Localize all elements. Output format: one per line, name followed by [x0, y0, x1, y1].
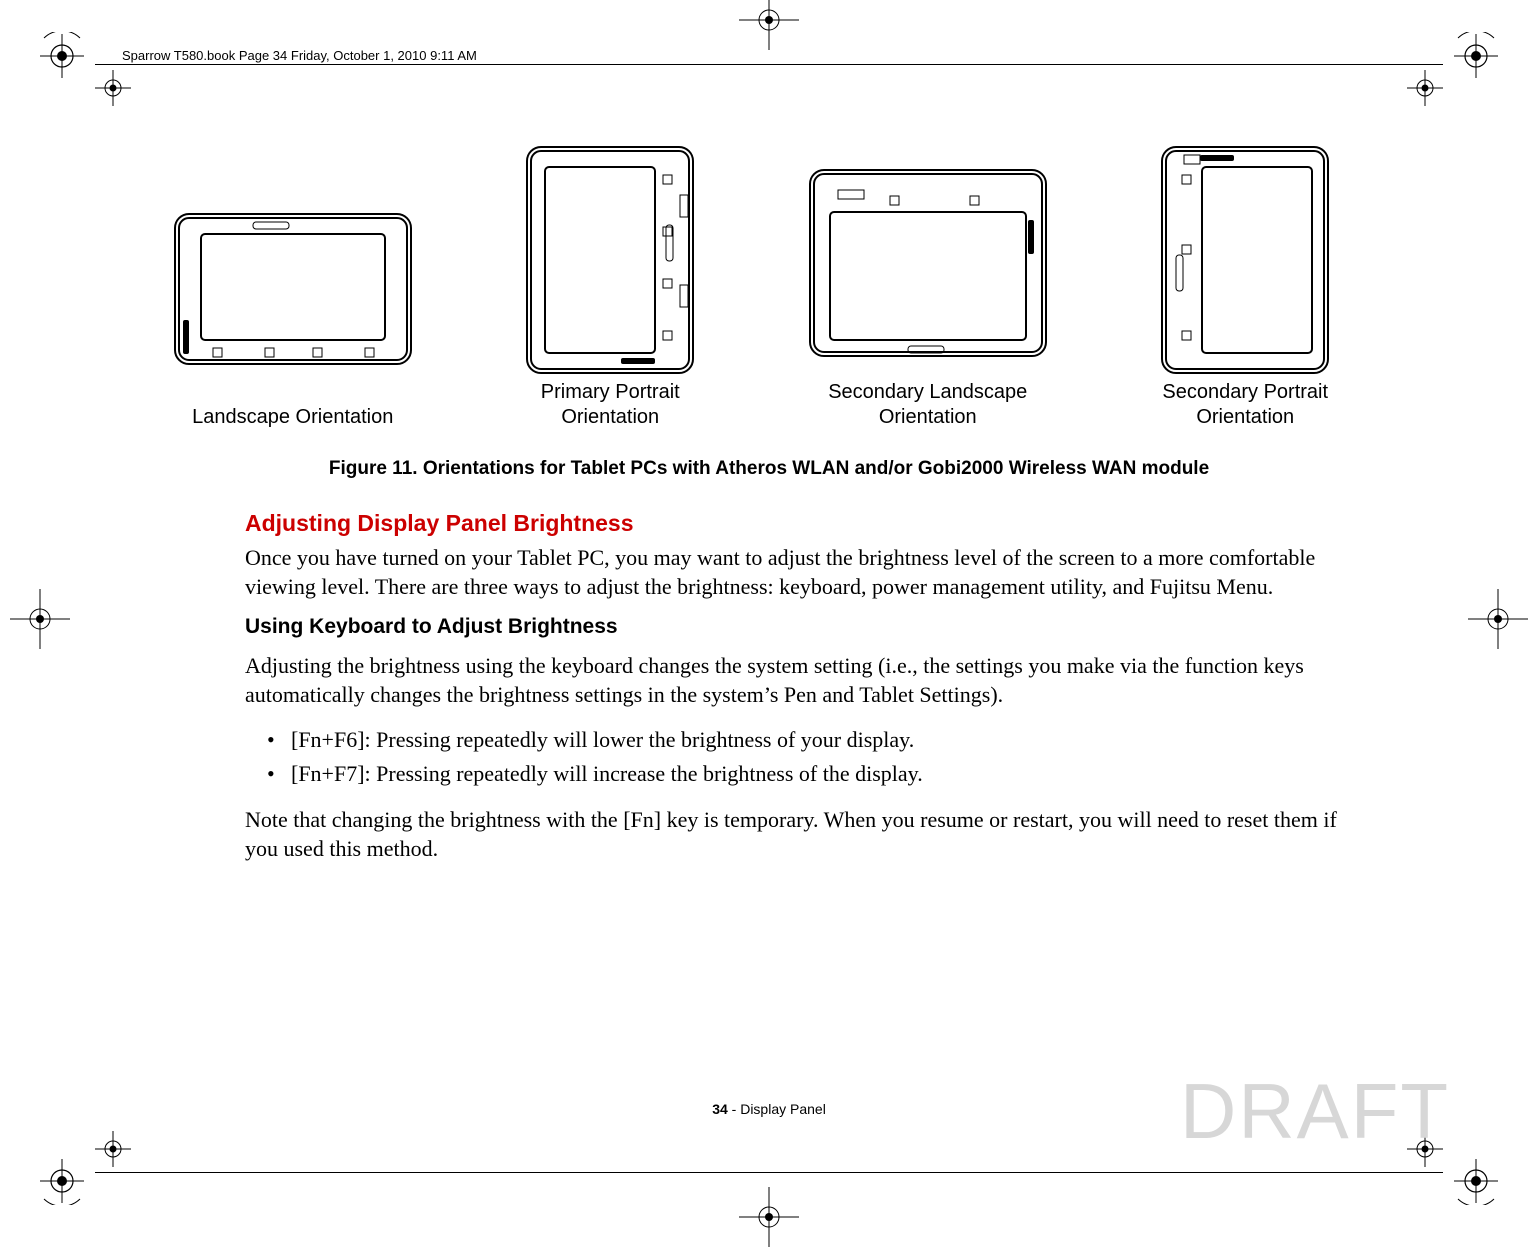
heading-brightness: Adjusting Display Panel Brightness — [245, 510, 1368, 537]
registration-mark-icon — [38, 32, 86, 80]
list-item: [Fn+F7]: Pressing repeatedly will increa… — [245, 757, 1368, 791]
body-text: Adjusting Display Panel Brightness Once … — [245, 510, 1368, 863]
figure-item: Landscape Orientation — [140, 175, 446, 430]
registration-mark-icon — [38, 1157, 86, 1205]
page-content: Landscape Orientation Primary — [140, 150, 1398, 877]
page-number: 34 — [712, 1101, 728, 1117]
registration-mark-icon — [1468, 589, 1528, 649]
figure-label: Secondary PortraitOrientation — [1093, 380, 1399, 430]
figure-item: Primary PortraitOrientation — [458, 150, 764, 430]
registration-mark-icon — [1452, 1157, 1500, 1205]
figure-label: Landscape Orientation — [140, 405, 446, 430]
tablet-portrait-secondary-icon — [1093, 150, 1399, 370]
figure-item: Secondary PortraitOrientation — [1093, 150, 1399, 430]
heading-keyboard: Using Keyboard to Adjust Brightness — [245, 615, 1368, 639]
registration-mark-icon — [739, 1187, 799, 1247]
registration-mark-icon — [95, 1131, 131, 1167]
tablet-portrait-primary-icon — [458, 150, 764, 370]
figure-item: Secondary LandscapeOrientation — [775, 150, 1081, 430]
figure-label: Primary PortraitOrientation — [458, 380, 764, 430]
registration-mark-icon — [1452, 32, 1500, 80]
draft-watermark: DRAFT — [1180, 1066, 1450, 1157]
registration-mark-icon — [739, 0, 799, 50]
tablet-landscape-icon — [140, 175, 446, 395]
figure-label: Secondary LandscapeOrientation — [775, 380, 1081, 430]
list-item: [Fn+F6]: Pressing repeatedly will lower … — [245, 723, 1368, 757]
paragraph: Note that changing the brightness with t… — [245, 805, 1368, 863]
tablet-landscape-secondary-icon — [775, 150, 1081, 370]
figure-caption: Figure 11. Orientations for Tablet PCs w… — [140, 458, 1398, 480]
registration-mark-icon — [1407, 70, 1443, 106]
paragraph: Adjusting the brightness using the keybo… — [245, 651, 1368, 709]
figure-orientations-row: Landscape Orientation Primary — [140, 150, 1398, 430]
registration-mark-icon — [95, 70, 131, 106]
registration-mark-icon — [10, 589, 70, 649]
print-header: Sparrow T580.book Page 34 Friday, Octobe… — [122, 48, 477, 63]
paragraph: Once you have turned on your Tablet PC, … — [245, 543, 1368, 601]
bullet-list: [Fn+F6]: Pressing repeatedly will lower … — [245, 723, 1368, 791]
page-footer-label: - Display Panel — [728, 1101, 826, 1117]
